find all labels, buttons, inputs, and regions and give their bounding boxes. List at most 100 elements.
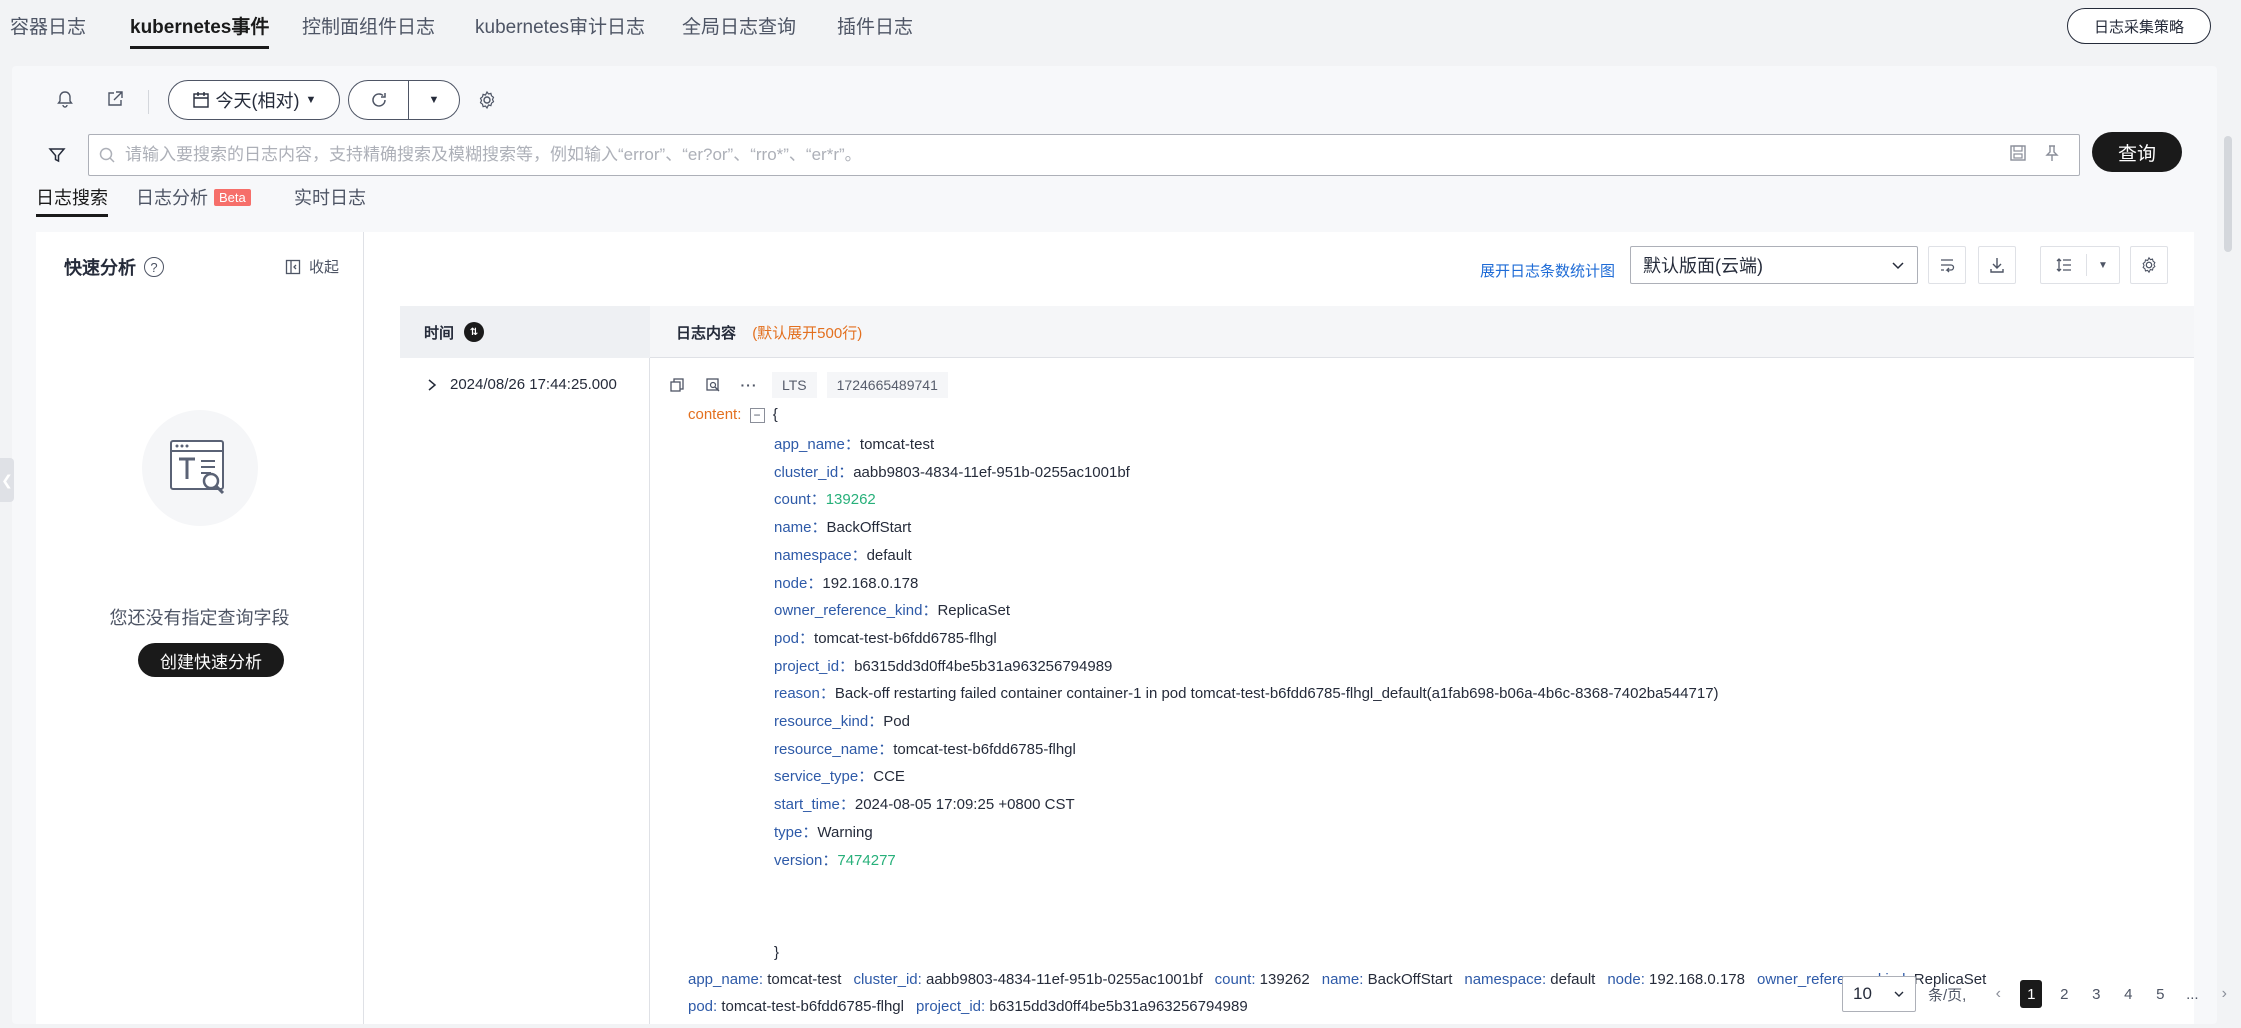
- filter-icon[interactable]: [40, 138, 74, 172]
- flat-field-value[interactable]: 139262: [1260, 971, 1310, 988]
- collapse-minus-icon[interactable]: −: [749, 407, 765, 423]
- page-5[interactable]: 5: [2150, 980, 2170, 1008]
- gear-icon[interactable]: [470, 83, 504, 117]
- page-size-select[interactable]: 10: [1842, 976, 1916, 1012]
- field-value[interactable]: aabb9803-4834-11ef-951b-0255ac1001bf: [853, 464, 1130, 481]
- field-key[interactable]: resource_name: [774, 741, 878, 758]
- flat-field-key[interactable]: namespace: [1464, 971, 1542, 988]
- flat-field-value[interactable]: aabb9803-4834-11ef-951b-0255ac1001bf: [926, 971, 1203, 988]
- field-key[interactable]: node: [774, 575, 807, 592]
- field-key[interactable]: project_id: [774, 658, 839, 675]
- field-value[interactable]: 192.168.0.178: [822, 575, 918, 592]
- field-key[interactable]: count: [774, 491, 811, 508]
- line-height-icon[interactable]: [2041, 254, 2087, 276]
- field-value[interactable]: CCE: [873, 768, 905, 785]
- help-icon[interactable]: ?: [144, 257, 164, 277]
- tab-realtime-log[interactable]: 实时日志: [294, 184, 366, 210]
- save-icon[interactable]: [2009, 144, 2027, 167]
- vertical-scrollbar[interactable]: [2224, 136, 2232, 252]
- flat-field-key[interactable]: pod: [688, 998, 713, 1015]
- time-range-button[interactable]: 今天(相对) ▼: [168, 80, 340, 120]
- field-value[interactable]: ReplicaSet: [937, 602, 1010, 619]
- refresh-icon[interactable]: [349, 81, 409, 119]
- field-key[interactable]: reason: [774, 685, 820, 702]
- refresh-interval-dropdown[interactable]: ▼: [409, 81, 459, 119]
- page-2[interactable]: 2: [2054, 980, 2074, 1008]
- field-value[interactable]: tomcat-test-b6fdd6785-flhgl: [814, 630, 997, 647]
- field-value[interactable]: Pod: [883, 713, 910, 730]
- tab-global-log-query[interactable]: 全局日志查询: [682, 12, 796, 39]
- field-value[interactable]: Warning: [817, 824, 872, 841]
- tab-log-analysis[interactable]: 日志分析 Beta: [136, 184, 251, 210]
- field-value[interactable]: 7474277: [837, 852, 895, 869]
- flat-field-value[interactable]: BackOffStart: [1368, 971, 1453, 988]
- search-input[interactable]: [125, 145, 2009, 165]
- wrap-lines-icon[interactable]: [1928, 246, 1966, 284]
- page-1[interactable]: 1: [2020, 980, 2043, 1008]
- flat-field-value[interactable]: tomcat-test: [767, 971, 841, 988]
- field-key[interactable]: owner_reference_kind: [774, 602, 922, 619]
- field-value[interactable]: 2024-08-05 17:09:25 +0800 CST: [855, 796, 1075, 813]
- flat-field-key[interactable]: count: [1215, 971, 1252, 988]
- collapse-button[interactable]: 收起: [285, 256, 339, 277]
- page-ellipsis[interactable]: ...: [2182, 980, 2202, 1008]
- sort-icon[interactable]: ⇅: [464, 322, 485, 342]
- field-key[interactable]: service_type: [774, 768, 858, 785]
- field-key[interactable]: pod: [774, 630, 799, 647]
- flat-field-value[interactable]: 192.168.0.178: [1649, 971, 1745, 988]
- settings-gear-icon[interactable]: [2130, 246, 2168, 284]
- chevron-down-icon: [1894, 991, 1904, 997]
- more-icon[interactable]: ···: [736, 372, 762, 398]
- layout-select[interactable]: 默认版面(云端): [1630, 246, 1918, 284]
- tab-kubernetes-events[interactable]: kubernetes事件: [130, 12, 270, 49]
- flat-field-value[interactable]: tomcat-test-b6fdd6785-flhgl: [721, 998, 904, 1015]
- tab-addon-logs[interactable]: 插件日志: [837, 12, 913, 39]
- prev-page-icon[interactable]: ‹: [1988, 980, 2008, 1008]
- field-key[interactable]: version: [774, 852, 822, 869]
- tab-container-logs[interactable]: 容器日志: [10, 12, 86, 39]
- tab-log-search[interactable]: 日志搜索: [36, 184, 108, 217]
- flat-field-value[interactable]: default: [1550, 971, 1595, 988]
- external-link-icon[interactable]: [98, 82, 132, 116]
- context-view-icon[interactable]: [700, 372, 726, 398]
- bell-icon[interactable]: [48, 82, 82, 116]
- flat-field-key[interactable]: cluster_id: [853, 971, 917, 988]
- tab-kubernetes-audit-logs[interactable]: kubernetes审计日志: [475, 12, 645, 39]
- field-value[interactable]: tomcat-test-b6fdd6785-flhgl: [893, 741, 1076, 758]
- field-value[interactable]: BackOffStart: [827, 519, 912, 536]
- field-value[interactable]: b6315dd3d0ff4be5b31a963256794989: [854, 658, 1112, 675]
- caret-down-icon[interactable]: ▼: [2087, 260, 2119, 271]
- expand-count-chart-link[interactable]: 展开日志条数统计图: [1480, 260, 1615, 281]
- field-value[interactable]: Back-off restarting failed container con…: [835, 685, 1719, 702]
- copy-icon[interactable]: [664, 372, 690, 398]
- log-collection-policy-button[interactable]: 日志采集策略: [2066, 8, 2211, 44]
- create-quick-analysis-button[interactable]: 创建快速分析: [138, 643, 284, 677]
- field-value[interactable]: default: [867, 547, 912, 564]
- tab-control-plane-logs[interactable]: 控制面组件日志: [302, 12, 435, 39]
- field-separator: ：: [807, 575, 823, 592]
- flat-field-key[interactable]: project_id: [916, 998, 981, 1015]
- field-separator: ：: [839, 658, 855, 675]
- chevron-right-icon[interactable]: [426, 378, 438, 392]
- flat-field-key[interactable]: name: [1322, 971, 1360, 988]
- page-3[interactable]: 3: [2086, 980, 2106, 1008]
- page-4[interactable]: 4: [2118, 980, 2138, 1008]
- field-key[interactable]: resource_kind: [774, 713, 868, 730]
- field-key[interactable]: app_name: [774, 436, 845, 453]
- field-key[interactable]: namespace: [774, 547, 852, 564]
- field-key[interactable]: start_time: [774, 796, 840, 813]
- field-key[interactable]: cluster_id: [774, 464, 838, 481]
- field-value[interactable]: 139262: [826, 491, 876, 508]
- field-key[interactable]: name: [774, 519, 812, 536]
- field-key[interactable]: type: [774, 824, 802, 841]
- time-column-header[interactable]: 时间 ⇅: [400, 306, 650, 358]
- next-page-icon[interactable]: ›: [2214, 980, 2234, 1008]
- download-icon[interactable]: [1978, 246, 2016, 284]
- flat-field-key[interactable]: app_name: [688, 971, 759, 988]
- query-button[interactable]: 查询: [2092, 132, 2182, 172]
- side-panel-handle[interactable]: ❮: [0, 458, 14, 502]
- field-value[interactable]: tomcat-test: [860, 436, 934, 453]
- flat-field-value[interactable]: b6315dd3d0ff4be5b31a963256794989: [989, 998, 1247, 1015]
- flat-field-key[interactable]: node: [1607, 971, 1640, 988]
- pin-icon[interactable]: [2043, 144, 2061, 167]
